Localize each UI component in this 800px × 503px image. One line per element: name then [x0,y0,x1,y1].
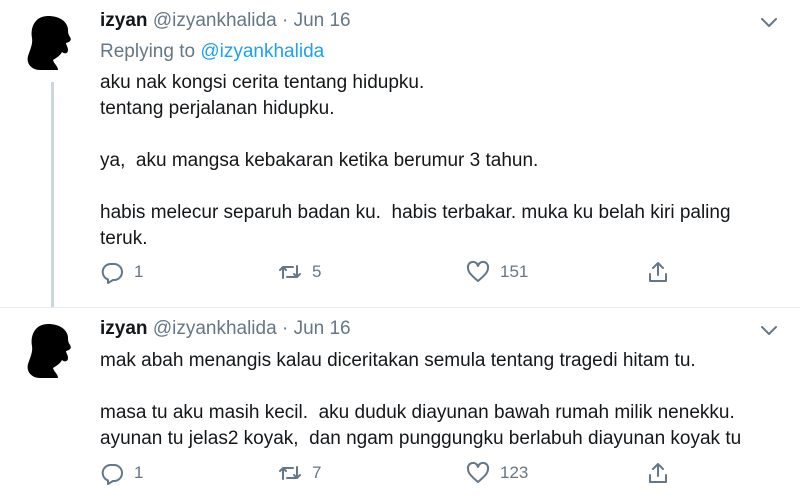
tweet-actions: 1 7 123 [100,461,680,491]
chevron-down-icon[interactable] [760,14,778,32]
tweet-header: izyan @izyankhalida · Jun 16 [100,10,351,32]
avatar[interactable] [18,10,86,78]
reply-icon [101,263,123,284]
share-button[interactable] [646,260,670,284]
mention-link[interactable]: @izyankhalida [200,41,324,62]
share-button[interactable] [646,461,670,485]
display-name[interactable]: izyan [100,10,148,31]
like-count: 123 [500,463,529,482]
user-handle[interactable]: @izyankhalida [153,318,277,339]
retweet-button[interactable]: 5 [278,260,321,284]
like-button[interactable]: 151 [466,260,528,284]
tweet[interactable]: izyan @izyankhalida · Jun 16 Replying to… [0,0,800,308]
reply-icon [101,464,123,485]
woman-silhouette-avatar-icon [27,324,71,378]
tweet-text: mak abah menangis kalau diceritakan semu… [100,350,742,449]
share-icon [649,463,667,483]
separator: · [281,318,289,339]
woman-silhouette-avatar-icon [27,16,71,70]
chevron-down-icon[interactable] [760,322,778,340]
tweet-header: izyan @izyankhalida · Jun 16 [100,318,351,340]
reply-count: 1 [134,262,144,281]
tweet[interactable]: izyan @izyankhalida · Jun 16 mak abah me… [0,308,800,503]
separator: · [281,10,289,31]
thread-line [51,82,54,307]
retweet-icon [279,265,301,279]
reply-count: 1 [134,463,144,482]
reply-button[interactable]: 1 [100,260,143,284]
retweet-count: 5 [312,262,322,281]
retweet-icon [279,466,301,480]
reply-button[interactable]: 1 [100,461,143,485]
user-handle[interactable]: @izyankhalida [153,10,277,31]
tweet-date[interactable]: Jun 16 [294,318,351,339]
tweet-actions: 1 5 151 [100,260,680,290]
retweet-count: 7 [312,463,322,482]
tweet-date[interactable]: Jun 16 [294,10,351,31]
tweet-text: aku nak kongsi cerita tentang hidupku. t… [100,72,731,249]
display-name[interactable]: izyan [100,318,148,339]
heart-icon [466,260,490,282]
avatar[interactable] [18,318,86,386]
replying-prefix: Replying to [100,41,201,62]
share-icon [649,262,667,282]
replying-to: Replying to @izyankhalida [100,41,324,63]
like-count: 151 [500,262,529,281]
heart-icon [466,461,490,483]
like-button[interactable]: 123 [466,461,528,485]
retweet-button[interactable]: 7 [278,461,321,485]
